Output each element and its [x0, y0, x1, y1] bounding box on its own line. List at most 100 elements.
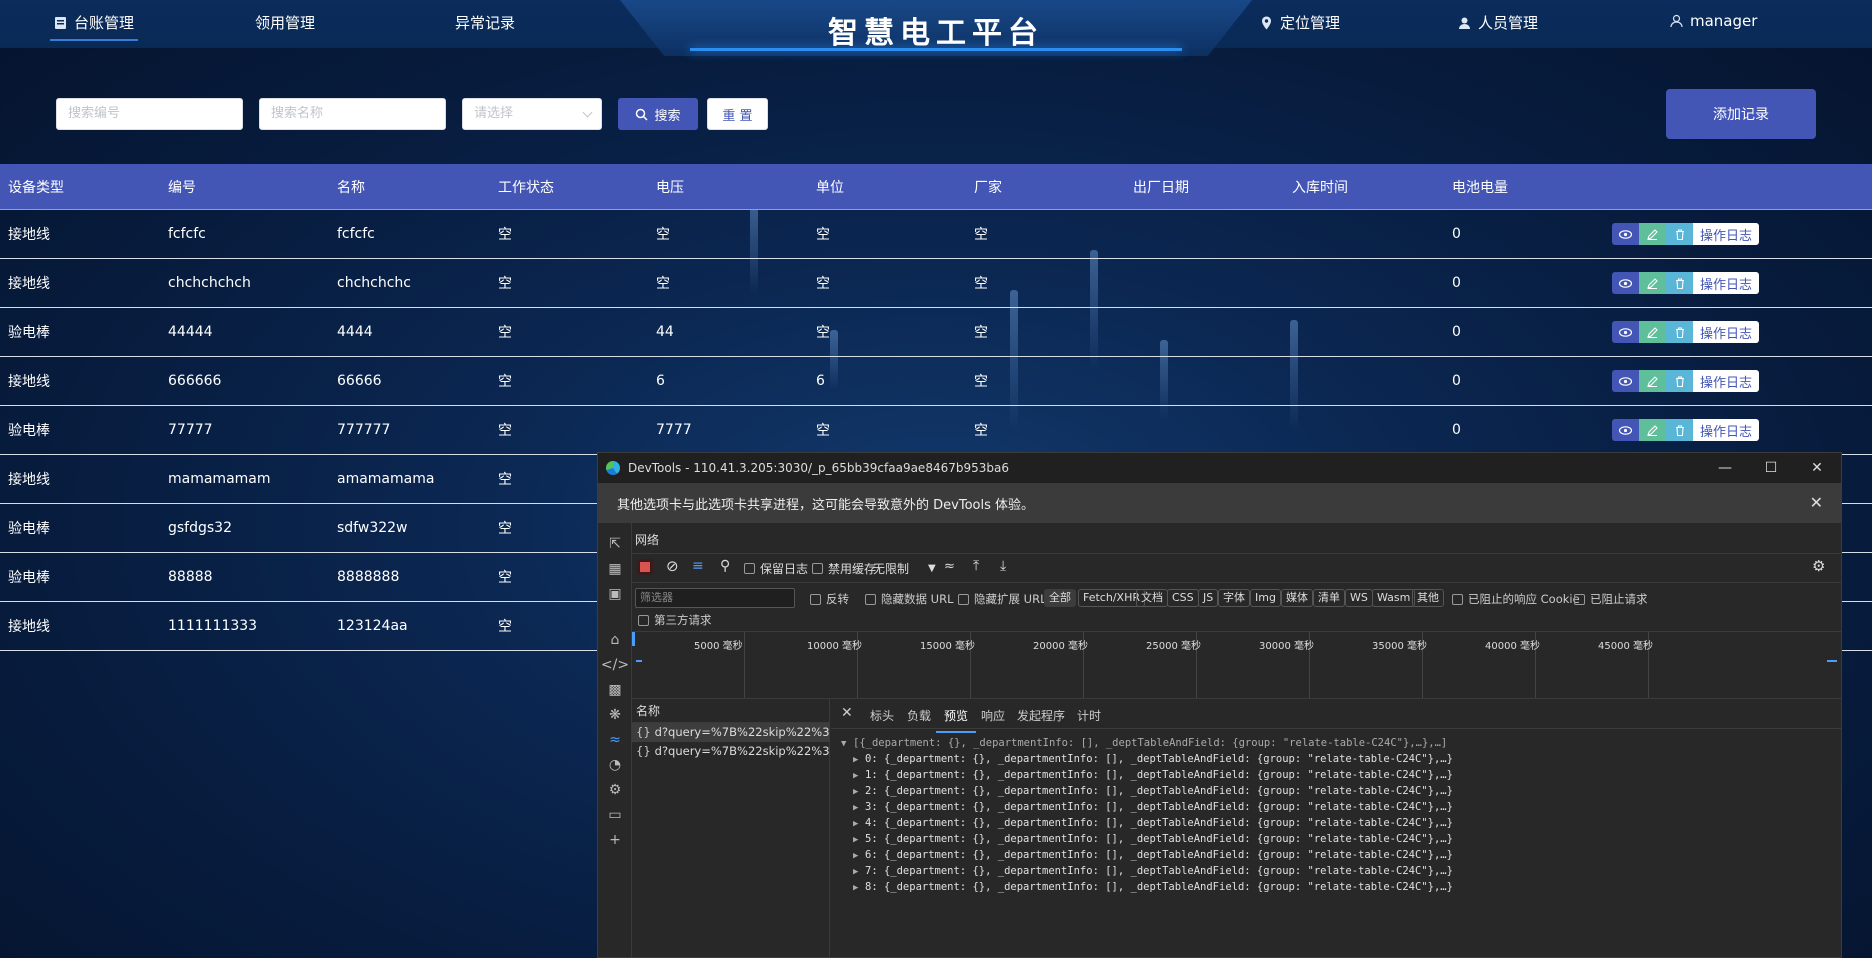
search-name-input[interactable]: 搜索名称	[259, 98, 446, 130]
search-network-icon[interactable]: ⚲	[720, 558, 730, 574]
checkbox-icon	[1452, 593, 1463, 605]
json-array-item[interactable]: ▶ 2: {_department: {}, _departmentInfo: […	[841, 783, 1841, 799]
view-eye-icon[interactable]	[1612, 321, 1639, 343]
filter-type-ws[interactable]: WS	[1345, 589, 1373, 607]
view-eye-icon[interactable]	[1612, 370, 1639, 392]
minimize-icon[interactable]: —	[1702, 453, 1748, 483]
cell-name: sdfw322w	[337, 520, 408, 536]
sources-bug-icon[interactable]: ❋	[606, 706, 624, 724]
request-row[interactable]: {} d?query=%7B%22skip%22%3...	[632, 742, 829, 761]
tab-initiator[interactable]: 发起程序	[1017, 707, 1065, 724]
third-party-checkbox[interactable]: 第三方请求	[638, 612, 712, 628]
operation-log-button[interactable]: 操作日志	[1693, 223, 1760, 245]
network-wifi-icon[interactable]: ≈	[606, 731, 624, 749]
filter-type-font[interactable]: 字体	[1218, 589, 1250, 607]
operation-log-button[interactable]: 操作日志	[1693, 370, 1760, 392]
operation-log-button[interactable]: 操作日志	[1693, 321, 1760, 343]
network-settings-gear-icon[interactable]: ⚙	[1812, 557, 1825, 575]
type-select[interactable]: 请选择	[462, 98, 602, 130]
view-eye-icon[interactable]	[1612, 223, 1639, 245]
export-har-icon[interactable]: ⤓	[1000, 558, 1006, 574]
json-array-item[interactable]: ▶ 4: {_department: {}, _departmentInfo: […	[841, 815, 1841, 831]
view-eye-icon[interactable]	[1612, 419, 1639, 441]
close-warning-icon[interactable]: ✕	[1810, 493, 1823, 512]
delete-trash-icon[interactable]	[1666, 419, 1693, 441]
json-array-item[interactable]: ▶ 6: {_department: {}, _departmentInfo: […	[841, 847, 1841, 863]
tab-payload[interactable]: 负载	[907, 707, 931, 724]
json-array-item[interactable]: ▶ 1: {_department: {}, _departmentInfo: […	[841, 767, 1841, 783]
timeline-tick	[744, 632, 745, 698]
tab-timing[interactable]: 计时	[1077, 707, 1101, 724]
operation-log-button[interactable]: 操作日志	[1693, 272, 1760, 294]
network-timeline-overview[interactable]: 5000 毫秒 10000 毫秒 15000 毫秒 20000 毫秒 25000 毫秒 3…	[632, 631, 1841, 699]
filter-input[interactable]: 筛选器	[635, 588, 795, 608]
filter-funnel-icon[interactable]: ≡	[692, 558, 704, 574]
tab-response[interactable]: 响应	[981, 707, 1005, 724]
filter-type-manifest[interactable]: 清单	[1313, 589, 1345, 607]
delete-trash-icon[interactable]	[1666, 370, 1693, 392]
filter-type-media[interactable]: 媒体	[1281, 589, 1313, 607]
filter-type-wasm[interactable]: Wasm	[1372, 589, 1416, 607]
nav-personnel-management[interactable]: 人员管理	[1458, 12, 1538, 33]
json-root-line[interactable]: ▼ [{_department: {}, _departmentInfo: [],…	[841, 735, 1841, 751]
json-array-item[interactable]: ▶ 7: {_department: {}, _departmentInfo: […	[841, 863, 1841, 879]
search-button[interactable]: 搜索	[618, 98, 698, 130]
filter-type-img[interactable]: Img	[1250, 589, 1281, 607]
hide-ext-url-checkbox[interactable]: 隐藏扩展 URL	[958, 591, 1046, 607]
blocked-requests-checkbox[interactable]: 已阻止请求	[1574, 591, 1648, 607]
blocked-cookies-checkbox[interactable]: 已阻止的响应 Cookie	[1452, 591, 1580, 607]
add-tool-icon[interactable]: +	[606, 831, 624, 849]
user-menu[interactable]: manager	[1670, 12, 1757, 30]
cell-type: 验电棒	[8, 423, 50, 439]
disable-cache-checkbox[interactable]: 禁用缓存	[812, 560, 876, 577]
delete-trash-icon[interactable]	[1666, 321, 1693, 343]
application-panel-icon[interactable]: ▭	[606, 806, 624, 824]
record-stop-icon[interactable]	[637, 559, 653, 575]
add-record-button[interactable]: 添加记录	[1666, 89, 1816, 139]
view-eye-icon[interactable]	[1612, 272, 1639, 294]
request-row[interactable]: {} d?query=%7B%22skip%22%3...	[632, 723, 829, 742]
edit-pencil-icon[interactable]	[1639, 419, 1666, 441]
elements-code-icon[interactable]: </>	[601, 656, 629, 674]
network-conditions-icon[interactable]: ≈	[944, 559, 955, 574]
settings-gear-icon[interactable]: ⚙	[606, 781, 624, 799]
tab-preview[interactable]: 预览	[935, 707, 977, 733]
filter-type-other[interactable]: 其他	[1412, 589, 1444, 607]
inspect-element-icon[interactable]: ⇱	[606, 535, 624, 553]
delete-trash-icon[interactable]	[1666, 272, 1693, 294]
filter-type-document[interactable]: 文档	[1136, 589, 1168, 607]
tab-headers[interactable]: 标头	[870, 707, 894, 724]
close-detail-icon[interactable]: ✕	[841, 705, 853, 721]
console-icon[interactable]: ▩	[606, 681, 624, 699]
json-array-item[interactable]: ▶ 0: {_department: {}, _departmentInfo: […	[841, 751, 1841, 767]
nav-location-management[interactable]: 定位管理	[1260, 12, 1340, 33]
performance-gauge-icon[interactable]: ◔	[606, 756, 624, 774]
maximize-icon[interactable]: ☐	[1748, 453, 1794, 483]
throttle-select[interactable]: 无限制 ▼	[873, 560, 936, 577]
reset-button[interactable]: 重 置	[707, 98, 768, 130]
json-array-item[interactable]: ▶ 5: {_department: {}, _departmentInfo: […	[841, 831, 1841, 847]
edit-pencil-icon[interactable]	[1639, 370, 1666, 392]
json-array-item[interactable]: ▶ 3: {_department: {}, _departmentInfo: […	[841, 799, 1841, 815]
json-array-item[interactable]: ▶ 8: {_department: {}, _departmentInfo: […	[841, 879, 1841, 895]
edit-pencil-icon[interactable]	[1639, 321, 1666, 343]
edit-pencil-icon[interactable]	[1639, 223, 1666, 245]
search-code-input[interactable]: 搜索编号	[56, 98, 243, 130]
filter-type-js[interactable]: JS	[1198, 589, 1219, 607]
preserve-log-checkbox[interactable]: 保留日志	[744, 560, 808, 577]
invert-checkbox[interactable]: 反转	[810, 591, 849, 607]
filter-type-fetch-xhr[interactable]: Fetch/XHR	[1078, 589, 1145, 607]
edit-pencil-icon[interactable]	[1639, 272, 1666, 294]
filter-type-all[interactable]: 全部	[1044, 589, 1076, 607]
delete-trash-icon[interactable]	[1666, 223, 1693, 245]
filter-type-css[interactable]: CSS	[1167, 589, 1199, 607]
import-har-icon[interactable]: ⤒	[973, 558, 979, 574]
hide-data-url-checkbox[interactable]: 隐藏数据 URL	[865, 591, 953, 607]
panel-layout-icon[interactable]: ▣	[606, 585, 624, 603]
cell-code: mamamamam	[168, 471, 271, 487]
operation-log-button[interactable]: 操作日志	[1693, 419, 1760, 441]
clear-log-icon[interactable]: ⊘	[666, 557, 679, 575]
device-emulation-icon[interactable]: ▦	[606, 560, 624, 578]
welcome-home-icon[interactable]: ⌂	[606, 631, 624, 649]
close-window-icon[interactable]: ✕	[1794, 453, 1840, 483]
